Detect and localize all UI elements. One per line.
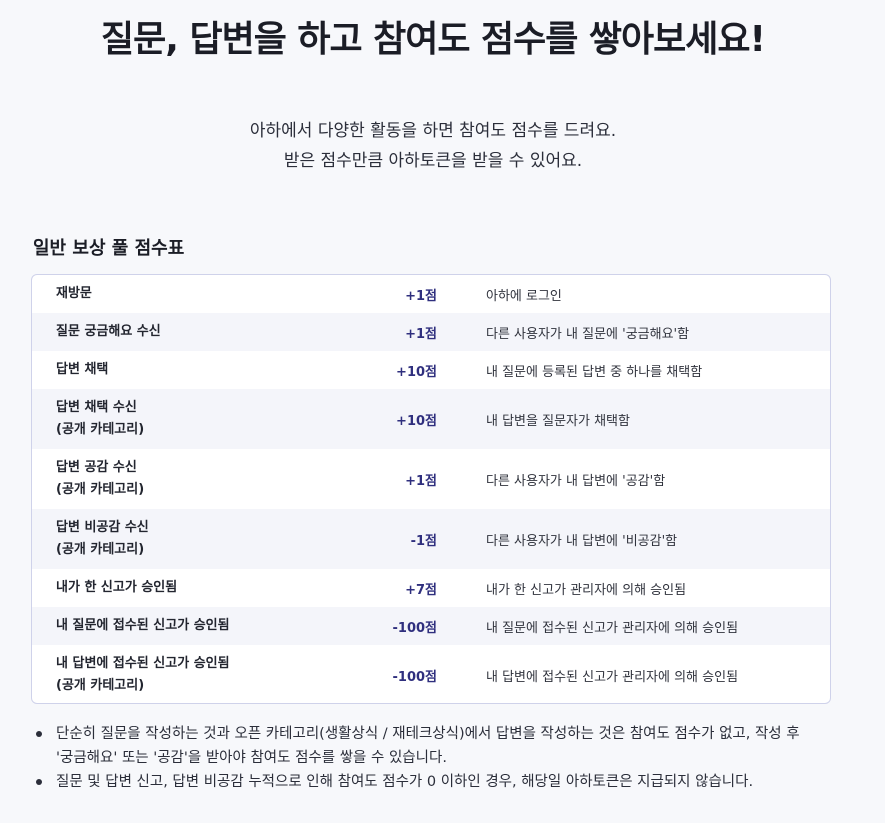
note-text-line: '궁금해요' 또는 '공감'을 받아야 참여도 점수를 쌓을 수 있습니다. bbox=[56, 750, 447, 766]
hero-description: 아하에서 다양한 활동을 하면 참여도 점수를 드려요. 받은 점수만큼 아하토… bbox=[0, 116, 866, 176]
note-text-line: 질문 및 답변 신고, 답변 비공감 누적으로 인해 참여도 점수가 0 이하인… bbox=[56, 774, 754, 790]
score-table-title: 일반 보상 풀 점수표 bbox=[33, 238, 185, 259]
activity-cell: 내가 한 신고가 승인됨 bbox=[32, 577, 358, 599]
activity-label: 재방문 bbox=[56, 286, 92, 301]
note-item: 단순히 질문을 작성하는 것과 오픈 카테고리(생활상식 / 재테크상식)에서 … bbox=[34, 722, 854, 770]
activity-cell: 내 답변에 접수된 신고가 승인됨 (공개 카테고리) bbox=[32, 653, 358, 697]
activity-cell: 답변 공감 수신 (공개 카테고리) bbox=[32, 457, 358, 501]
activity-cell: 재방문 bbox=[32, 283, 358, 305]
table-row: 내 답변에 접수된 신고가 승인됨 (공개 카테고리) -100점 내 답변에 … bbox=[32, 645, 830, 703]
points-cell: +10점 bbox=[396, 413, 437, 429]
table-row: 질문 궁금해요 수신 +1점 다른 사용자가 내 질문에 '궁금해요'함 bbox=[32, 313, 830, 351]
activity-sublabel: (공개 카테고리) bbox=[56, 422, 145, 437]
activity-label: 답변 비공감 수신 bbox=[56, 520, 149, 535]
hero-description-line: 아하에서 다양한 활동을 하면 참여도 점수를 드려요. bbox=[249, 121, 617, 141]
activity-label: 답변 채택 수신 bbox=[56, 400, 137, 415]
table-row: 답변 비공감 수신 (공개 카테고리) -1점 다른 사용자가 내 답변에 '비… bbox=[32, 509, 830, 569]
points-cell: +7점 bbox=[405, 582, 437, 598]
description-cell: 아하에 로그인 bbox=[486, 288, 562, 304]
activity-cell: 답변 채택 bbox=[32, 359, 358, 381]
hero-description-line: 받은 점수만큼 아하토큰을 받을 수 있어요. bbox=[283, 151, 583, 171]
activity-label: 내 답변에 접수된 신고가 승인됨 bbox=[56, 656, 230, 671]
points-cell: -1점 bbox=[410, 533, 437, 549]
table-row: 답변 채택 수신 (공개 카테고리) +10점 내 답변을 질문자가 채택함 bbox=[32, 389, 830, 449]
activity-label: 내가 한 신고가 승인됨 bbox=[56, 580, 178, 595]
note-text-line: 단순히 질문을 작성하는 것과 오픈 카테고리(생활상식 / 재테크상식)에서 … bbox=[56, 726, 800, 742]
hero-title: 질문, 답변을 하고 참여도 점수를 쌓아보세요! bbox=[101, 19, 766, 60]
note-item: 질문 및 답변 신고, 답변 비공감 누적으로 인해 참여도 점수가 0 이하인… bbox=[34, 770, 854, 794]
activity-sublabel: (공개 카테고리) bbox=[56, 542, 145, 557]
activity-sublabel: (공개 카테고리) bbox=[56, 482, 145, 497]
points-cell: -100점 bbox=[392, 669, 438, 685]
description-cell: 내 질문에 접수된 신고가 관리자에 의해 승인됨 bbox=[486, 620, 739, 636]
table-row: 재방문 +1점 아하에 로그인 bbox=[32, 275, 830, 313]
description-cell: 다른 사용자가 내 답변에 '공감'함 bbox=[486, 473, 666, 489]
activity-cell: 답변 채택 수신 (공개 카테고리) bbox=[32, 397, 358, 441]
points-cell: +1점 bbox=[405, 288, 437, 304]
points-cell: +1점 bbox=[405, 326, 437, 342]
points-cell: +10점 bbox=[396, 364, 437, 380]
activity-label: 내 질문에 접수된 신고가 승인됨 bbox=[56, 618, 230, 633]
activity-sublabel: (공개 카테고리) bbox=[56, 678, 145, 693]
table-row: 답변 채택 +10점 내 질문에 등록된 답변 중 하나를 채택함 bbox=[32, 351, 830, 389]
score-table: 재방문 +1점 아하에 로그인 질문 궁금해요 수신 +1점 다른 사용자가 내… bbox=[31, 274, 831, 704]
description-cell: 내 답변을 질문자가 채택함 bbox=[486, 413, 630, 429]
activity-label: 답변 공감 수신 bbox=[56, 460, 137, 475]
description-cell: 내가 한 신고가 관리자에 의해 승인됨 bbox=[486, 582, 687, 598]
points-cell: +1점 bbox=[405, 473, 437, 489]
activity-cell: 답변 비공감 수신 (공개 카테고리) bbox=[32, 517, 358, 561]
description-cell: 내 질문에 등록된 답변 중 하나를 채택함 bbox=[486, 364, 703, 380]
activity-cell: 내 질문에 접수된 신고가 승인됨 bbox=[32, 615, 358, 637]
notes-list: 단순히 질문을 작성하는 것과 오픈 카테고리(생활상식 / 재테크상식)에서 … bbox=[34, 722, 854, 794]
description-cell: 내 답변에 접수된 신고가 관리자에 의해 승인됨 bbox=[486, 669, 739, 685]
table-row: 답변 공감 수신 (공개 카테고리) +1점 다른 사용자가 내 답변에 '공감… bbox=[32, 449, 830, 509]
table-row: 내 질문에 접수된 신고가 승인됨 -100점 내 질문에 접수된 신고가 관리… bbox=[32, 607, 830, 645]
activity-label: 질문 궁금해요 수신 bbox=[56, 324, 161, 339]
table-row: 내가 한 신고가 승인됨 +7점 내가 한 신고가 관리자에 의해 승인됨 bbox=[32, 569, 830, 607]
activity-label: 답변 채택 bbox=[56, 362, 109, 377]
description-cell: 다른 사용자가 내 답변에 '비공감'함 bbox=[486, 533, 678, 549]
points-cell: -100점 bbox=[392, 620, 438, 636]
activity-cell: 질문 궁금해요 수신 bbox=[32, 321, 358, 343]
description-cell: 다른 사용자가 내 질문에 '궁금해요'함 bbox=[486, 326, 690, 342]
